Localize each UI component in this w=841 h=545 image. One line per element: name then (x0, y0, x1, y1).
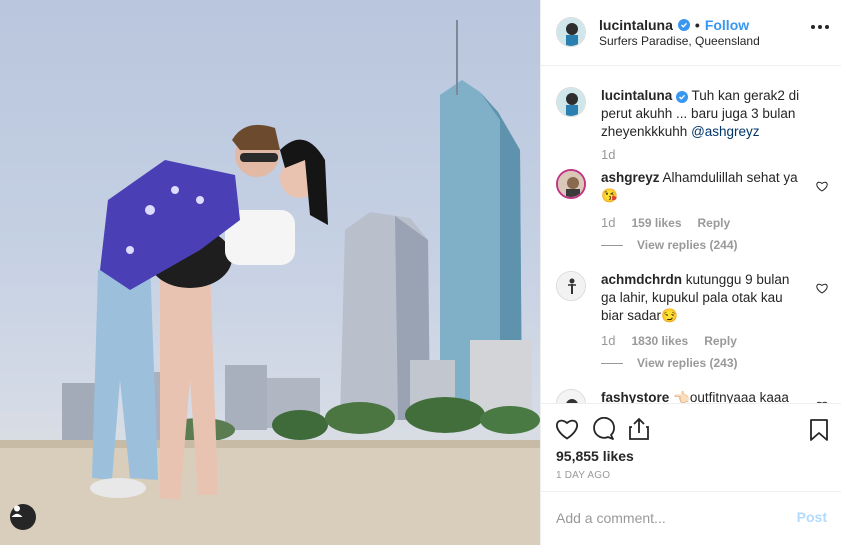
commenter-avatar-image (557, 272, 585, 300)
comment-like-heart-icon[interactable] (816, 281, 828, 299)
caption-meta: 1d (601, 147, 615, 162)
view-replies-button[interactable]: View replies (244) (601, 238, 738, 252)
post-timestamp[interactable]: 1 DAY AGO (556, 470, 610, 481)
comment-likes[interactable]: 1830 likes (631, 334, 688, 348)
user-tag-button[interactable] (10, 504, 36, 530)
author-avatar-image (557, 18, 585, 46)
separator-dot: • (694, 17, 700, 33)
follow-button[interactable]: Follow (705, 17, 749, 33)
comment-likes[interactable]: 159 likes (631, 216, 681, 230)
comment-username[interactable]: fashystore (601, 390, 669, 403)
post-actions: 95,855 likes 1 DAY AGO (541, 403, 841, 491)
comment-like-heart-icon[interactable] (816, 179, 828, 197)
comments-list[interactable]: lucintaluna Tuh kan gerak2 di perut akuh… (541, 67, 841, 403)
heart-icon[interactable] (555, 418, 579, 445)
author-avatar[interactable] (556, 17, 586, 47)
comment-username[interactable]: achmdchrdn (601, 272, 682, 287)
caption-mention[interactable]: @ashgreyz (691, 124, 759, 139)
reply-button[interactable]: Reply (698, 216, 731, 230)
reply-button[interactable]: Reply (704, 334, 737, 348)
comment-input[interactable] (556, 508, 776, 528)
replies-divider (601, 244, 623, 246)
header-user-row: lucintaluna • Follow (599, 17, 749, 33)
comment-text: ashgreyz Alhamdulillah sehat ya 😘 (601, 169, 806, 205)
likes-count[interactable]: 95,855 likes (556, 448, 634, 464)
bookmark-icon[interactable] (809, 418, 829, 447)
commenter-avatar[interactable] (556, 169, 586, 199)
comment-age[interactable]: 1d (601, 215, 615, 230)
caption-username[interactable]: lucintaluna (601, 88, 672, 103)
comment-body: 👈🏻outfitnyaaa kaaa (673, 390, 789, 403)
commenter-avatar-image (558, 171, 584, 197)
caption-text: lucintaluna Tuh kan gerak2 di perut akuh… (601, 87, 806, 141)
post-photo[interactable] (0, 0, 540, 545)
user-tag-icon (11, 505, 23, 517)
caption-avatar-image (557, 88, 585, 116)
comment-age[interactable]: 1d (601, 333, 615, 348)
share-icon[interactable] (627, 417, 651, 446)
commenter-avatar-image (557, 390, 585, 403)
view-replies-button[interactable]: View replies (243) (601, 356, 738, 370)
author-username[interactable]: lucintaluna (599, 17, 673, 33)
view-replies-label: View replies (243) (637, 356, 738, 370)
comment-text: achmdchrdn kutunggu 9 bulan ga lahir, ku… (601, 271, 806, 325)
location-link[interactable]: Surfers Paradise, Queensland (599, 34, 760, 48)
replies-divider (601, 362, 623, 364)
view-replies-label: View replies (244) (637, 238, 738, 252)
caption-avatar[interactable] (556, 87, 586, 117)
post-header: lucintaluna • Follow Surfers Paradise, Q… (541, 0, 841, 66)
commenter-avatar[interactable] (556, 271, 586, 301)
commenter-avatar[interactable] (556, 389, 586, 403)
post-side-panel: lucintaluna • Follow Surfers Paradise, Q… (540, 0, 841, 545)
comment-bubble-icon[interactable] (591, 416, 615, 446)
more-options-icon[interactable] (811, 25, 829, 29)
caption-age[interactable]: 1d (601, 147, 615, 162)
post-comment-button[interactable]: Post (797, 509, 827, 525)
comment-username[interactable]: ashgreyz (601, 170, 660, 185)
verified-badge-icon (676, 91, 689, 103)
comment-meta: 1d 1830 likes Reply (601, 333, 737, 348)
comment-text: fashystore 👈🏻outfitnyaaa kaaa (601, 389, 806, 403)
photo-illustration (0, 20, 540, 545)
comment-meta: 1d 159 likes Reply (601, 215, 730, 230)
verified-badge-icon (677, 19, 690, 31)
comment-composer: Post (541, 491, 841, 545)
